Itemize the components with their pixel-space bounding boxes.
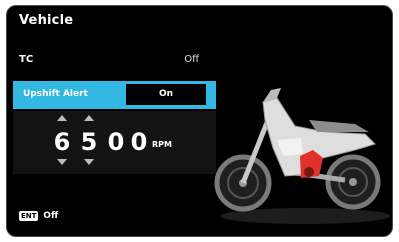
rpm-digit-thousands[interactable]: 6 — [52, 128, 72, 156]
arrow-down-icon[interactable] — [84, 159, 94, 165]
rpm-digit-tens[interactable]: 0 — [106, 128, 126, 156]
ent-value: Off — [43, 211, 59, 221]
ent-hint: ENT Off — [19, 211, 58, 222]
screen-title: Vehicle — [19, 13, 74, 28]
ent-key-badge: ENT — [19, 211, 39, 221]
rpm-unit-label: RPM — [152, 140, 172, 149]
arrow-up-icon[interactable] — [84, 115, 94, 121]
tc-setting-row[interactable]: TC Off — [19, 54, 199, 70]
upshift-alert-row[interactable]: Upshift Alert On — [13, 81, 216, 109]
rpm-digit-ones[interactable]: 0 — [129, 128, 149, 156]
rpm-setting-panel: 6 5 0 0 RPM — [13, 111, 216, 174]
tc-value: Off — [184, 54, 199, 65]
arrow-down-icon[interactable] — [57, 159, 67, 165]
rpm-digit-hundreds[interactable]: 5 — [79, 128, 99, 156]
arrow-up-icon[interactable] — [57, 115, 67, 121]
tc-label: TC — [19, 54, 34, 65]
upshift-alert-label: Upshift Alert — [23, 89, 88, 99]
upshift-alert-value[interactable]: On — [126, 84, 206, 105]
dashboard-screen: Vehicle TC Off Upshift Alert On 6 5 0 0 … — [6, 5, 393, 237]
motorcycle-illustration — [214, 88, 390, 224]
